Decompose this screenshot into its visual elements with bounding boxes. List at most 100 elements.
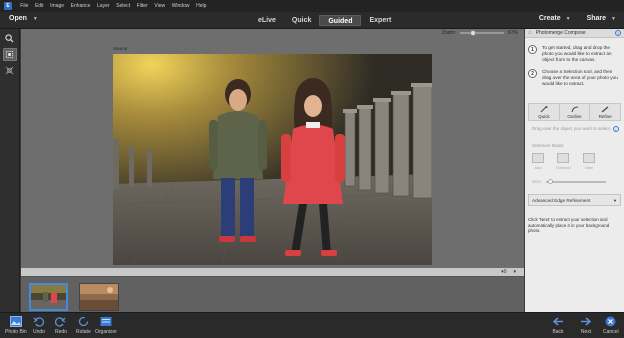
chevron-down-icon[interactable]: ▾ <box>513 269 516 275</box>
menu-view[interactable]: View <box>151 3 168 9</box>
mode-add-label: Add <box>534 165 542 170</box>
menu-select[interactable]: Select <box>113 3 134 9</box>
undo-button[interactable]: Undo <box>33 316 45 335</box>
undo-icon <box>34 317 45 327</box>
info-icon[interactable]: i <box>613 126 619 132</box>
outline-selection-button[interactable]: Outline <box>560 104 591 120</box>
step-text: Choose a Selection tool, and then drag o… <box>542 69 618 86</box>
refine-brush-icon <box>601 106 609 112</box>
share-menu[interactable]: Share ▼ <box>587 15 616 22</box>
menu-filter[interactable]: Filter <box>133 3 151 9</box>
chevron-down-icon: ▼ <box>565 15 571 22</box>
move-tool[interactable] <box>3 64 17 77</box>
photo-bin-label: Photo Bin <box>5 329 27 335</box>
rotate-label: Rotate <box>76 329 91 335</box>
tab-expert[interactable]: Expert <box>361 15 399 26</box>
toolbox <box>0 29 20 312</box>
selection-mode-label: Selection Mode: <box>532 143 565 148</box>
zoom-tool[interactable] <box>3 32 17 45</box>
mode-new-label: New <box>584 165 593 170</box>
selection-mode-options: Add Subtract New <box>532 153 595 170</box>
redo-button[interactable]: Redo <box>55 316 67 335</box>
app-logo: E <box>4 2 12 10</box>
brush-size-control: Size: <box>532 178 607 184</box>
quick-selection-button[interactable]: Quick <box>529 104 560 120</box>
menu-layer[interactable]: Layer <box>94 3 113 9</box>
bin-counter: ▾0 <box>501 269 507 275</box>
mode-bar: Open ▼ eLive Quick Guided Expert Create ▼… <box>0 12 624 29</box>
step-2: 2 Choose a Selection tool, and then drag… <box>528 69 621 87</box>
cancel-label: Cancel <box>603 329 619 335</box>
thumbnail-image <box>31 285 66 309</box>
outline-selection-icon <box>571 106 578 112</box>
selection-tools: Quick Outline Refine <box>528 103 621 121</box>
right-menus: Create ▼ Share ▼ <box>539 15 616 22</box>
step-number: 2 <box>528 69 537 78</box>
rotate-icon <box>78 316 89 327</box>
home-icon[interactable]: ⌂ <box>528 30 532 36</box>
menu-file[interactable]: File <box>17 3 32 9</box>
magnifier-icon <box>5 34 14 43</box>
menu-help[interactable]: Help <box>193 3 210 9</box>
thumbnail-children[interactable] <box>29 283 68 311</box>
photo-bin-icon <box>9 316 22 327</box>
subtract-icon <box>557 153 570 163</box>
back-button[interactable]: Back <box>552 316 564 335</box>
create-menu[interactable]: Create ▼ <box>539 15 571 22</box>
menu-edit[interactable]: Edit <box>32 3 47 9</box>
drag-hint: Drag over the object you want to select. <box>532 126 612 131</box>
add-icon <box>532 153 544 163</box>
menu-window[interactable]: Window <box>168 3 192 9</box>
new-icon <box>582 153 595 163</box>
zoom-value: 67% <box>507 30 518 36</box>
size-label: Size: <box>532 179 543 184</box>
size-slider[interactable] <box>546 178 607 184</box>
next-button[interactable]: Next <box>580 316 592 335</box>
refine-selection-button[interactable]: Refine <box>590 104 620 120</box>
help-icon[interactable]: ? <box>615 30 621 36</box>
tab-quick[interactable]: Quick <box>284 15 319 26</box>
redo-icon <box>55 317 66 327</box>
photo-bin-button[interactable]: Photo Bin <box>5 316 27 335</box>
bottom-bar: Photo Bin Undo Redo Rotate Organizer Bac… <box>0 312 624 338</box>
panel-title: Photomerge Compose <box>535 30 586 36</box>
source-label: Source <box>113 46 128 51</box>
tab-guided[interactable]: Guided <box>319 15 362 26</box>
menu-image[interactable]: Image <box>47 3 68 9</box>
organizer-button[interactable]: Organizer <box>95 316 117 335</box>
advanced-edge-refinement-dropdown[interactable]: Advanced Edge Refinement ▼ <box>528 194 621 206</box>
menu-bar: E File Edit Image Enhance Layer Select F… <box>0 0 624 12</box>
size-slider-thumb[interactable] <box>548 178 554 184</box>
source-photo[interactable] <box>113 54 432 265</box>
thumbnail-background[interactable] <box>79 283 119 311</box>
open-label: Open <box>9 15 27 22</box>
arrow-right-icon <box>581 317 592 326</box>
open-button[interactable]: Open ▼ <box>9 15 38 22</box>
children-photo-image <box>113 54 432 265</box>
mode-add[interactable]: Add <box>532 153 544 170</box>
photoshop-elements-window: E File Edit Image Enhance Layer Select F… <box>0 0 624 338</box>
panel-header: ⌂ Photomerge Compose ? <box>525 29 624 38</box>
mode-subtract[interactable]: Subtract <box>556 153 571 170</box>
quick-label: Quick <box>538 113 550 119</box>
outline-label: Outline <box>567 113 582 119</box>
mode-tabs: eLive Quick Guided Expert <box>250 15 399 26</box>
quick-selection-icon <box>540 105 548 112</box>
advanced-edge-label: Advanced Edge Refinement <box>532 197 591 203</box>
cancel-button[interactable]: Cancel <box>603 316 619 335</box>
redo-label: Redo <box>55 329 67 335</box>
tab-elive[interactable]: eLive <box>250 15 284 26</box>
zoom-slider-thumb[interactable] <box>469 30 476 36</box>
thumbnail-image <box>80 284 118 310</box>
rotate-button[interactable]: Rotate <box>76 316 91 335</box>
menu-enhance[interactable]: Enhance <box>67 3 93 9</box>
zoom-slider[interactable] <box>459 30 504 36</box>
step-text: To get started, drag and drop the photo … <box>542 45 612 62</box>
canvas-area: Zoom: 67% Source <box>21 29 524 268</box>
hand-tool[interactable] <box>2 48 17 61</box>
back-label: Back <box>552 329 564 335</box>
selection-brush-icon <box>5 50 14 59</box>
guided-panel: ⌂ Photomerge Compose ? 1 To get started,… <box>525 29 624 312</box>
mode-new[interactable]: New <box>582 153 595 170</box>
chevron-down-icon: ▼ <box>613 197 617 203</box>
